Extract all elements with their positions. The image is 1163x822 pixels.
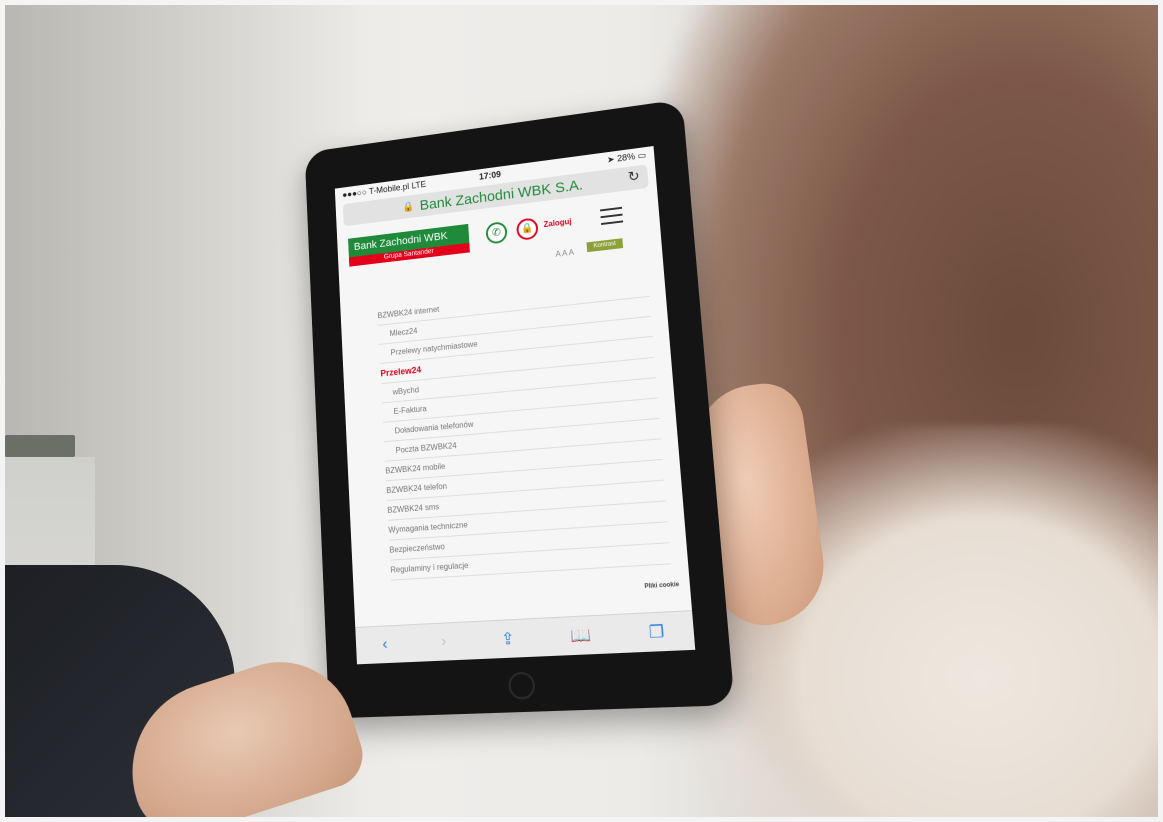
tabs-icon[interactable]: ❐: [648, 621, 665, 643]
share-icon[interactable]: ⇪: [501, 628, 516, 649]
chevron-left-icon[interactable]: ‹: [382, 636, 388, 655]
photo: ●●●○○ T-Mobile.pl LTE 17:09 ➤ 28% ▭ 🔒 Ba…: [5, 5, 1158, 817]
font-size-control[interactable]: A A A: [555, 248, 574, 259]
bank-logo[interactable]: Bank Zachodni WBK Grupa Santander: [348, 223, 470, 270]
book-icon[interactable]: 📖: [570, 625, 592, 647]
lock-icon: 🔒: [402, 200, 415, 213]
cookie-link[interactable]: Pliki cookie: [644, 582, 679, 590]
tablet: ●●●○○ T-Mobile.pl LTE 17:09 ➤ 28% ▭ 🔒 Ba…: [304, 99, 735, 719]
browser-toolbar: ‹ › ⇪ 📖 ❐: [355, 610, 696, 665]
wall-ledge: [5, 435, 75, 457]
tablet-screen: ●●●○○ T-Mobile.pl LTE 17:09 ➤ 28% ▭ 🔒 Ba…: [334, 145, 696, 665]
contrast-button[interactable]: Kontrast: [586, 238, 624, 253]
padlock-icon[interactable]: 🔒: [515, 217, 539, 241]
hamburger-menu-icon[interactable]: [600, 206, 624, 226]
home-button[interactable]: [507, 671, 536, 700]
chevron-right-icon[interactable]: ›: [441, 633, 447, 652]
phone-icon[interactable]: ✆: [485, 221, 508, 245]
tablet-body: ●●●○○ T-Mobile.pl LTE 17:09 ➤ 28% ▭ 🔒 Ba…: [304, 99, 735, 719]
reload-icon[interactable]: ↻: [627, 167, 640, 185]
menu-list: BZWBK24 internet Mlecz24 Przelewy natych…: [341, 275, 689, 583]
login-link[interactable]: Zaloguj: [543, 217, 571, 229]
